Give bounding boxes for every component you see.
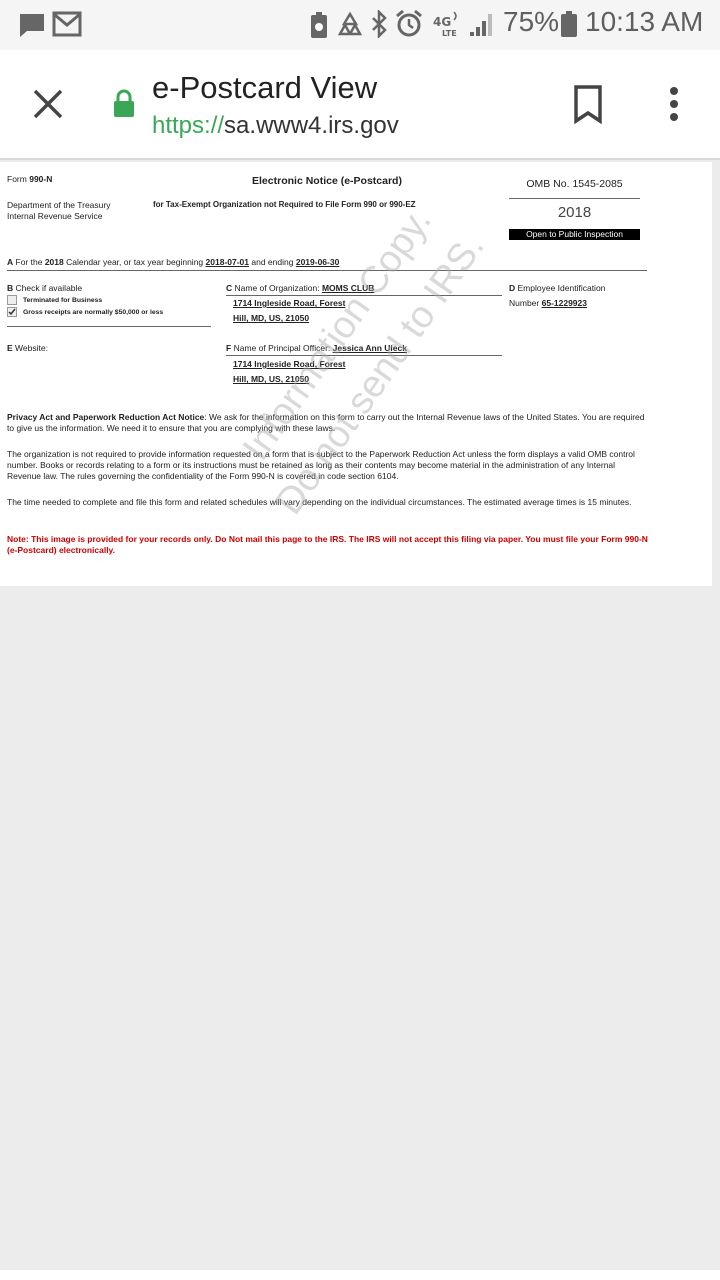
checkbox-terminated: Terminated for Business xyxy=(7,295,102,306)
url-display[interactable]: https://sa.www4.irs.gov xyxy=(152,112,399,140)
form-title: Electronic Notice (e-Postcard) xyxy=(252,175,402,187)
public-inspection-banner: Open to Public Inspection xyxy=(509,229,640,240)
recycle-icon xyxy=(336,11,364,42)
section-c-label: C Name of Organization: MOMS CLUB xyxy=(226,283,375,293)
time-estimate-paragraph: The time needed to complete and file thi… xyxy=(7,497,632,507)
omb-divider xyxy=(509,198,640,199)
svg-text:4G: 4G xyxy=(433,15,451,29)
battery-icon xyxy=(560,10,578,43)
line-a-divider xyxy=(7,270,647,271)
clock: 10:13 AM xyxy=(585,6,704,37)
bottom-edge xyxy=(0,1270,720,1280)
url-scheme: https:// xyxy=(152,112,225,139)
form-subtitle: for Tax-Exempt Organization not Required… xyxy=(153,200,416,209)
document-page: Form 990-N Department of the Treasury In… xyxy=(0,162,712,586)
section-f-label: F Name of Principal Officer: Jessica Ann… xyxy=(226,343,407,353)
svg-text:LTE: LTE xyxy=(442,29,457,38)
privacy-notice: Privacy Act and Paperwork Reduction Act … xyxy=(7,412,645,433)
bluetooth-icon xyxy=(370,8,388,43)
section-d-label: D Employee Identification xyxy=(509,283,606,293)
close-icon[interactable] xyxy=(30,86,66,127)
terminated-checkbox xyxy=(7,295,17,306)
org-address-line1: 1714 Ingleside Road, Forest xyxy=(233,298,346,308)
more-vert-icon[interactable] xyxy=(666,86,682,127)
ein-line: Number 65-1229923 xyxy=(509,298,587,308)
section-e-label: E Website: xyxy=(7,343,48,353)
message-icon xyxy=(18,12,46,43)
url-host: sa.www4.irs.gov xyxy=(224,112,399,139)
4g-lte-icon: 4G LTE xyxy=(432,10,462,43)
officer-address-line2: Hill, MD, US, 21050 xyxy=(233,374,310,384)
paperwork-paragraph: The organization is not required to prov… xyxy=(7,449,635,481)
status-bar: 4G LTE 75% 10:13 AM xyxy=(0,0,720,50)
page-title: e-Postcard View xyxy=(152,70,378,105)
section-f-divider xyxy=(226,355,502,356)
battery-saver-icon xyxy=(310,11,328,44)
lock-icon xyxy=(112,88,136,125)
gmail-icon xyxy=(52,11,82,42)
line-a: A For the 2018 Calendar year, or tax yea… xyxy=(7,257,340,267)
tax-year: 2018 xyxy=(557,204,592,221)
alarm-icon xyxy=(394,9,424,44)
form-number-label: Form 990-N xyxy=(7,174,53,184)
check-icon xyxy=(8,308,16,316)
omb-number: OMB No. 1545-2085 xyxy=(526,178,623,190)
signal-icon xyxy=(468,12,496,43)
section-b-label: B Check if available xyxy=(7,283,83,293)
gross-receipts-checkbox xyxy=(7,307,17,318)
checkbox-gross-receipts: Gross receipts are normally $50,000 or l… xyxy=(7,307,163,318)
section-b-divider xyxy=(7,326,211,327)
browser-toolbar: e-Postcard View https://sa.www4.irs.gov xyxy=(0,50,720,160)
department-label: Department of the Treasury Internal Reve… xyxy=(7,200,111,221)
battery-percent: 75% xyxy=(503,6,560,37)
org-address-line2: Hill, MD, US, 21050 xyxy=(233,313,310,323)
section-c-divider xyxy=(226,295,502,296)
bookmark-icon[interactable] xyxy=(572,84,604,129)
paper-filing-note: Note: This image is provided for your re… xyxy=(7,534,648,555)
officer-address-line1: 1714 Ingleside Road, Forest xyxy=(233,359,346,369)
